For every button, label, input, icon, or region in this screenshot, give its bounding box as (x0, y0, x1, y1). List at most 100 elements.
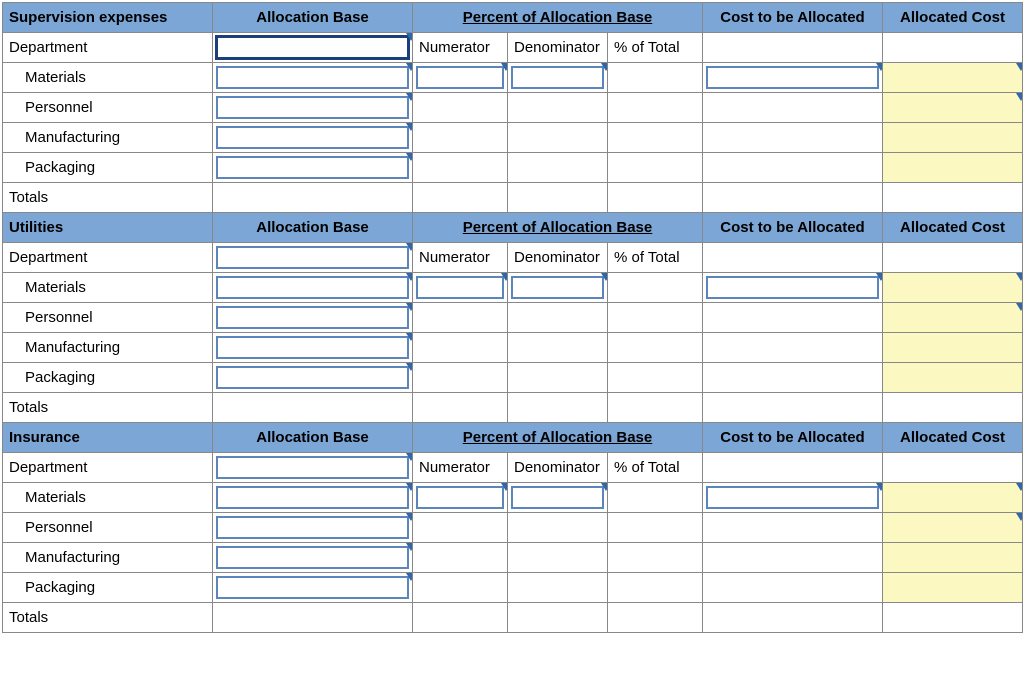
numerator-cell[interactable] (413, 63, 508, 93)
row-personnel-label-text: Personnel (25, 99, 93, 116)
totals-cell (883, 603, 1023, 633)
hdr-allocation-base-text: Allocation Base (256, 9, 369, 26)
hdr-allocation-base-text: Allocation Base (256, 219, 369, 236)
allocation-base-dropdown[interactable] (213, 543, 413, 573)
dropdown-marker-icon (876, 483, 883, 491)
allocation-base-dropdown[interactable] (213, 93, 413, 123)
hdr-allocated-cost: Allocated Cost (883, 3, 1023, 33)
pct-of-total-cell (608, 273, 703, 303)
hdr-cost-to-be-allocated-text: Cost to be Allocated (720, 219, 864, 236)
dropdown-marker-icon (406, 333, 413, 341)
allocation-base-dropdown[interactable] (213, 363, 413, 393)
totals-cell (508, 183, 608, 213)
hdr-allocated-cost-text: Allocated Cost (900, 9, 1005, 26)
subhdr-denominator: Denominator (508, 453, 608, 483)
allocation-base-dropdown[interactable] (213, 483, 413, 513)
row-materials-label-text: Materials (25, 279, 86, 296)
allocation-base-dropdown[interactable] (213, 573, 413, 603)
denominator-cell (508, 303, 608, 333)
subhdr-denominator: Denominator (508, 243, 608, 273)
pct-of-total-cell (608, 123, 703, 153)
dropdown-marker-icon (501, 483, 508, 491)
row-materials-label: Materials (3, 273, 213, 303)
allocation-base-dropdown[interactable] (213, 63, 413, 93)
dropdown-marker-icon (601, 483, 608, 491)
cost-to-be-allocated-cell (703, 573, 883, 603)
allocated-cost-cell (883, 33, 1023, 63)
denominator-cell[interactable] (508, 483, 608, 513)
hdr-percent-alloc-base: Percent of Allocation Base (413, 423, 703, 453)
totals-cell (703, 183, 883, 213)
hdr-percent-alloc-base-text: Percent of Allocation Base (463, 429, 653, 446)
allocated-cost-cell (883, 453, 1023, 483)
allocation-base-dropdown[interactable] (213, 273, 413, 303)
section-title: Insurance (3, 423, 213, 453)
dropdown-marker-icon (406, 93, 413, 101)
dropdown-marker-icon (876, 273, 883, 281)
dropdown-marker-icon (406, 453, 413, 461)
subhdr-denominator-text: Denominator (514, 459, 600, 476)
hdr-cost-to-be-allocated-text: Cost to be Allocated (720, 429, 864, 446)
subhdr-denominator: Denominator (508, 33, 608, 63)
row-department-label: Department (3, 33, 213, 63)
hdr-allocated-cost: Allocated Cost (883, 213, 1023, 243)
cost-to-be-allocated-cell[interactable] (703, 273, 883, 303)
cost-to-be-allocated-cell[interactable] (703, 63, 883, 93)
hdr-percent-alloc-base-text: Percent of Allocation Base (463, 9, 653, 26)
row-materials-label-text: Materials (25, 489, 86, 506)
totals-cell (213, 393, 413, 423)
dropdown-marker-icon (406, 153, 413, 161)
dropdown-marker-icon (1016, 63, 1023, 71)
allocation-base-dropdown[interactable] (213, 513, 413, 543)
hdr-cost-to-be-allocated: Cost to be Allocated (703, 423, 883, 453)
denominator-cell[interactable] (508, 63, 608, 93)
numerator-cell (413, 123, 508, 153)
numerator-cell (413, 333, 508, 363)
dropdown-marker-icon (406, 243, 413, 251)
row-personnel-label: Personnel (3, 513, 213, 543)
denominator-cell (508, 363, 608, 393)
row-totals-label: Totals (3, 183, 213, 213)
cost-to-be-allocated-cell[interactable] (703, 483, 883, 513)
cost-to-be-allocated-cell (703, 333, 883, 363)
totals-cell (213, 183, 413, 213)
denominator-cell (508, 93, 608, 123)
denominator-cell (508, 123, 608, 153)
subhdr-numerator-text: Numerator (419, 249, 490, 266)
row-materials-label: Materials (3, 63, 213, 93)
numerator-cell[interactable] (413, 273, 508, 303)
row-packaging-label: Packaging (3, 573, 213, 603)
totals-cell (703, 393, 883, 423)
allocation-base-dropdown[interactable] (213, 243, 413, 273)
allocated-cost-cell (883, 303, 1023, 333)
allocation-base-dropdown[interactable] (213, 303, 413, 333)
dropdown-marker-icon (406, 123, 413, 131)
row-totals-label-text: Totals (9, 189, 48, 206)
dropdown-marker-icon (406, 303, 413, 311)
section-title: Utilities (3, 213, 213, 243)
subhdr-numerator: Numerator (413, 33, 508, 63)
section-title-text: Utilities (9, 219, 63, 236)
pct-of-total-cell (608, 483, 703, 513)
allocation-base-dropdown[interactable] (213, 333, 413, 363)
allocation-base-dropdown[interactable] (213, 153, 413, 183)
allocation-base-dropdown[interactable] (213, 33, 413, 63)
row-manufacturing-label-text: Manufacturing (25, 129, 120, 146)
dropdown-marker-icon (876, 63, 883, 71)
cost-to-be-allocated-cell (703, 453, 883, 483)
allocation-base-dropdown[interactable] (213, 123, 413, 153)
numerator-cell (413, 93, 508, 123)
denominator-cell[interactable] (508, 273, 608, 303)
row-totals-label: Totals (3, 603, 213, 633)
dropdown-marker-icon (406, 573, 413, 581)
numerator-cell (413, 303, 508, 333)
allocation-base-dropdown[interactable] (213, 453, 413, 483)
dropdown-marker-icon (406, 543, 413, 551)
pct-of-total-cell (608, 513, 703, 543)
pct-of-total-cell (608, 153, 703, 183)
cost-to-be-allocated-cell (703, 93, 883, 123)
dropdown-marker-icon (501, 273, 508, 281)
numerator-cell[interactable] (413, 483, 508, 513)
row-manufacturing-label: Manufacturing (3, 543, 213, 573)
hdr-allocation-base-text: Allocation Base (256, 429, 369, 446)
